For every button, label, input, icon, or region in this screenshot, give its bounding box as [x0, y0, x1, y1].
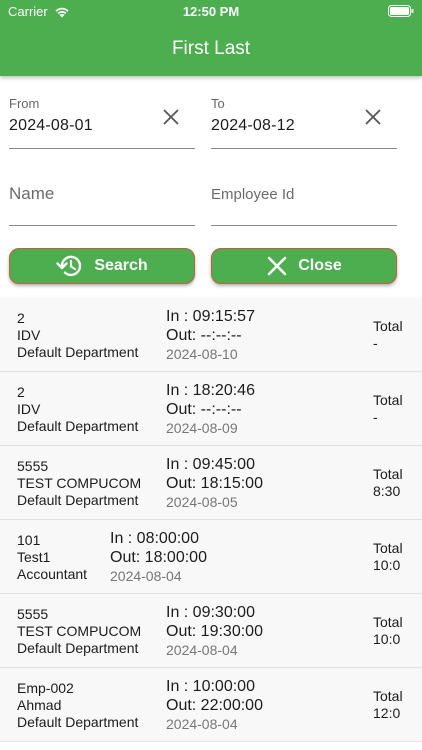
employee-info: 5555 TEST COMPUCOM Default Department	[17, 458, 141, 509]
list-item[interactable]: 2 IDV Default Department In : 18:20:46 O…	[0, 372, 422, 446]
employee-info: 101 Test1 Accountant	[17, 532, 87, 583]
total-info: Total 10:0	[373, 540, 403, 574]
employee-department: Default Department	[17, 492, 139, 508]
name-input[interactable]: Name	[9, 172, 195, 226]
to-date-value[interactable]: 2024-08-12	[211, 117, 295, 135]
total-value: 12:0	[373, 705, 401, 721]
employee-department: Default Department	[17, 344, 139, 360]
employee-name: IDV	[17, 327, 41, 343]
time-info: In : 18:20:46 Out: --:--:-- 2024-08-09	[166, 381, 255, 437]
page-title: First Last	[171, 38, 251, 59]
total-label: Total	[373, 318, 403, 334]
search-button[interactable]: Search	[9, 248, 195, 284]
record-date: 2024-08-10	[166, 346, 238, 362]
battery-icon	[388, 5, 414, 17]
total-info: Total 12:0	[373, 688, 403, 722]
status-bar: Carrier 12:50 PM	[0, 0, 422, 22]
to-label: To	[211, 96, 225, 111]
employee-info: 2 IDV Default Department	[17, 310, 138, 361]
check-out-time: Out: 19:30:00	[166, 623, 263, 640]
total-value: -	[373, 335, 378, 351]
employee-id-placeholder: Employee Id	[211, 186, 295, 203]
employee-id-input[interactable]: Employee Id	[211, 172, 397, 226]
check-in-time: In : 08:00:00	[110, 530, 199, 547]
employee-id: 2	[17, 310, 25, 326]
total-label: Total	[373, 614, 403, 630]
employee-name: Test1	[17, 549, 51, 565]
total-info: Total -	[373, 318, 403, 352]
check-in-time: In : 09:30:00	[166, 604, 255, 621]
employee-department: Default Department	[17, 714, 139, 730]
list-item[interactable]: 101 Test1 Accountant In : 08:00:00 Out: …	[0, 520, 422, 594]
check-out-time: Out: 22:00:00	[166, 697, 263, 714]
clear-from-icon[interactable]	[162, 108, 180, 126]
employee-name: IDV	[17, 401, 41, 417]
total-label: Total	[373, 688, 403, 704]
status-time: 12:50 PM	[182, 4, 240, 19]
from-label: From	[9, 96, 40, 111]
total-info: Total 8:30	[373, 466, 403, 500]
check-out-time: Out: --:--:--	[166, 401, 242, 418]
close-button-label: Close	[298, 257, 342, 274]
app-header: Carrier 12:50 PM First Last	[0, 0, 422, 76]
list-item[interactable]: 5555 TEST COMPUCOM Default Department In…	[0, 594, 422, 668]
check-in-time: In : 09:15:57	[166, 308, 255, 325]
list-item[interactable]: 5555 TEST COMPUCOM Default Department In…	[0, 446, 422, 520]
employee-id: 2	[17, 384, 25, 400]
close-button[interactable]: Close	[211, 248, 397, 284]
total-value: 10:0	[373, 557, 401, 573]
record-date: 2024-08-04	[166, 716, 238, 732]
employee-info: 2 IDV Default Department	[17, 384, 138, 435]
check-out-time: Out: 18:00:00	[110, 549, 207, 566]
employee-id: Emp-002	[17, 680, 74, 696]
time-info: In : 09:45:00 Out: 18:15:00 2024-08-05	[166, 455, 263, 511]
record-date: 2024-08-05	[166, 494, 238, 510]
time-info: In : 09:15:57 Out: --:--:-- 2024-08-10	[166, 307, 255, 363]
from-date-field[interactable]: From 2024-08-01	[9, 94, 195, 149]
check-in-time: In : 18:20:46	[166, 382, 255, 399]
name-placeholder: Name	[9, 184, 55, 203]
check-out-time: Out: --:--:--	[166, 327, 242, 344]
record-date: 2024-08-09	[166, 420, 238, 436]
to-date-field[interactable]: To 2024-08-12	[211, 94, 397, 149]
total-label: Total	[373, 466, 403, 482]
list-item[interactable]: Emp-002 Ahmad Default Department In : 10…	[0, 668, 422, 742]
list-item[interactable]: 2 IDV Default Department In : 09:15:57 O…	[0, 298, 422, 372]
employee-name: Ahmad	[17, 697, 62, 713]
attendance-list: 2 IDV Default Department In : 09:15:57 O…	[0, 298, 422, 742]
check-in-time: In : 10:00:00	[166, 678, 255, 695]
total-value: 8:30	[373, 483, 401, 499]
employee-department: Default Department	[17, 640, 139, 656]
employee-id: 5555	[17, 606, 49, 622]
record-date: 2024-08-04	[110, 568, 182, 584]
total-info: Total 10:0	[373, 614, 403, 648]
employee-name: TEST COMPUCOM	[17, 475, 142, 491]
total-value: 10:0	[373, 631, 401, 647]
record-date: 2024-08-04	[166, 642, 238, 658]
employee-department: Accountant	[17, 566, 88, 582]
employee-info: Emp-002 Ahmad Default Department	[17, 680, 138, 731]
time-info: In : 09:30:00 Out: 19:30:00 2024-08-04	[166, 603, 263, 659]
search-button-label: Search	[94, 257, 148, 274]
clear-to-icon[interactable]	[364, 108, 382, 126]
employee-name: TEST COMPUCOM	[17, 623, 142, 639]
total-label: Total	[373, 392, 403, 408]
employee-id: 5555	[17, 458, 49, 474]
total-info: Total -	[373, 392, 403, 426]
time-info: In : 08:00:00 Out: 18:00:00 2024-08-04	[110, 529, 207, 585]
time-info: In : 10:00:00 Out: 22:00:00 2024-08-04	[166, 677, 263, 733]
check-in-time: In : 09:45:00	[166, 456, 255, 473]
total-value: -	[373, 409, 378, 425]
employee-info: 5555 TEST COMPUCOM Default Department	[17, 606, 141, 657]
employee-department: Default Department	[17, 418, 139, 434]
history-icon	[56, 255, 82, 277]
close-icon	[267, 256, 287, 276]
check-out-time: Out: 18:15:00	[166, 475, 263, 492]
from-date-value[interactable]: 2024-08-01	[9, 117, 93, 135]
employee-id: 101	[17, 532, 41, 548]
total-label: Total	[373, 540, 403, 556]
